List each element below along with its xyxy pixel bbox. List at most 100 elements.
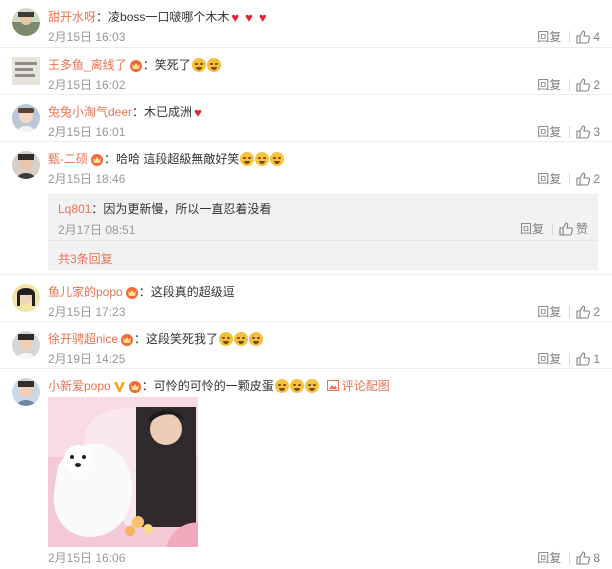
comment-username[interactable]: 鱼儿家的popo xyxy=(48,285,123,299)
heart-icon: ♥ xyxy=(245,10,253,25)
avatar[interactable] xyxy=(12,378,40,406)
like-button[interactable]: 2 xyxy=(576,305,600,319)
avatar[interactable] xyxy=(12,104,40,132)
vip-crown-icon xyxy=(125,286,139,303)
divider xyxy=(569,306,571,318)
image-icon xyxy=(326,380,339,391)
reply-button[interactable]: 回复 xyxy=(537,125,561,139)
comment-text: 木已成洲 xyxy=(144,105,193,119)
comment-item: 甜开水呀：凌boss一口啵哪个木木 ♥ ♥ ♥ 2月15日 16:03 回复 4 xyxy=(0,8,612,46)
comment-username[interactable]: 甄-二硕 xyxy=(48,152,88,166)
thumbs-up-icon xyxy=(576,551,591,565)
heart-icon: ♥ xyxy=(194,105,202,120)
laughing-emoji-icon xyxy=(289,379,304,393)
divider xyxy=(569,126,571,138)
reply-button[interactable]: 回复 xyxy=(537,551,561,565)
like-label: 赞 xyxy=(575,222,588,236)
verified-v-icon xyxy=(113,381,126,397)
laughing-emoji-icon xyxy=(255,152,270,166)
comment-text: 可怜的可怜的一颗皮蛋 xyxy=(153,379,274,393)
laughing-emoji-icon xyxy=(274,379,289,393)
reply-button[interactable]: 回复 xyxy=(520,222,544,236)
thumbs-up-icon xyxy=(576,172,591,186)
thumbs-up-icon xyxy=(576,30,591,44)
like-count: 2 xyxy=(593,78,600,92)
comment-text: 哈哈 這段超級無敵好笑 xyxy=(116,152,240,166)
like-count: 3 xyxy=(593,125,600,139)
comment-text: 这段笑死我了 xyxy=(146,332,219,346)
crying-laugh-emoji-icon xyxy=(191,58,206,72)
like-count: 2 xyxy=(593,172,600,186)
comment-username[interactable]: 小新爱popo xyxy=(48,379,111,393)
comment-picture-link[interactable]: 评论配图 xyxy=(326,379,390,393)
thumbs-up-icon xyxy=(559,222,573,236)
comment-item: 徐开骋超nice ：这段笑死我了 2月19日 14:25 回复 1 xyxy=(0,321,612,368)
vip-crown-icon xyxy=(120,333,134,350)
divider xyxy=(569,353,571,365)
crying-laugh-emoji-icon xyxy=(206,58,221,72)
laughing-emoji-icon xyxy=(240,152,255,166)
divider xyxy=(551,223,553,235)
reply-username[interactable]: Lq801 xyxy=(58,202,91,216)
comment-time: 2月15日 17:23 xyxy=(48,305,126,319)
like-button[interactable]: 2 xyxy=(576,172,600,186)
comment-time: 2月15日 16:02 xyxy=(48,78,126,92)
comment-time: 2月15日 16:01 xyxy=(48,125,126,139)
reply-button[interactable]: 回复 xyxy=(537,30,561,44)
thumbs-up-icon xyxy=(576,352,591,366)
comment-time: 2月15日 16:06 xyxy=(48,551,126,565)
comment-image[interactable] xyxy=(48,397,198,547)
comment-item: 甄-二硕 ：哈哈 這段超級無敵好笑 2月15日 18:46 回复 2 Lq801：因… xyxy=(0,141,612,273)
like-count: 4 xyxy=(593,30,600,44)
comment-username[interactable]: 王多鱼_离线了 xyxy=(48,58,127,72)
divider xyxy=(569,31,571,43)
laughing-emoji-icon xyxy=(270,152,285,166)
laughing-emoji-icon xyxy=(304,379,319,393)
crying-laugh-emoji-icon xyxy=(249,332,264,346)
reply-button[interactable]: 回复 xyxy=(537,352,561,366)
vip-crown-icon xyxy=(129,59,143,76)
comment-username[interactable]: 兔兔小淘气deer xyxy=(48,105,132,119)
thumbs-up-icon xyxy=(576,305,591,319)
comment-username[interactable]: 甜开水呀 xyxy=(48,10,96,24)
avatar[interactable] xyxy=(12,284,40,312)
like-count: 1 xyxy=(593,352,600,366)
thumbs-up-icon xyxy=(576,125,591,139)
reply-time: 2月17日 08:51 xyxy=(58,223,136,237)
divider xyxy=(48,240,598,241)
comment-item: 王多鱼_离线了 ：笑死了 2月15日 16:02 回复 2 xyxy=(0,47,612,94)
comment-time: 2月15日 16:03 xyxy=(48,30,126,44)
like-count: 8 xyxy=(593,551,600,565)
heart-icon: ♥ xyxy=(258,10,267,25)
avatar[interactable] xyxy=(12,331,40,359)
like-count: 2 xyxy=(593,305,600,319)
thumbs-up-icon xyxy=(576,78,591,92)
comment-time: 2月19日 14:25 xyxy=(48,352,126,366)
comment-list: 甜开水呀：凌boss一口啵哪个木木 ♥ ♥ ♥ 2月15日 16:03 回复 4 王多鱼… xyxy=(0,0,612,569)
avatar[interactable] xyxy=(12,8,40,36)
divider xyxy=(569,552,571,564)
like-button[interactable]: 1 xyxy=(576,352,600,366)
like-button[interactable]: 8 xyxy=(576,551,600,565)
comment-text: 凌boss一口啵哪个木木 xyxy=(108,10,230,24)
like-button[interactable]: 3 xyxy=(576,125,600,139)
reply-text: 因为更新慢，所以一直忍着没看 xyxy=(103,202,272,216)
avatar[interactable] xyxy=(12,151,40,179)
comment-text: 这段真的超级逗 xyxy=(150,285,235,299)
divider xyxy=(569,79,571,91)
heart-icon: ♥ xyxy=(231,10,240,25)
reply-button[interactable]: 回复 xyxy=(537,78,561,92)
avatar[interactable] xyxy=(12,57,40,85)
crying-laugh-emoji-icon xyxy=(219,332,234,346)
reply-button[interactable]: 回复 xyxy=(537,305,561,319)
more-replies-link[interactable]: 共3条回复 xyxy=(58,250,113,267)
comment-username[interactable]: 徐开骋超nice xyxy=(48,332,118,346)
like-button[interactable]: 4 xyxy=(576,30,600,44)
like-button[interactable]: 赞 xyxy=(559,222,588,236)
comment-item: 兔兔小淘气deer：木已成洲 ♥ 2月15日 16:01 回复 3 xyxy=(0,94,612,141)
comment-item: 小新爱popo ：可怜的可怜的一颗皮蛋 评论配图 2月15日 16:06 回复 … xyxy=(0,368,612,569)
crying-laugh-emoji-icon xyxy=(234,332,249,346)
like-button[interactable]: 2 xyxy=(576,78,600,92)
vip-crown-icon xyxy=(128,380,142,397)
reply-button[interactable]: 回复 xyxy=(537,172,561,186)
